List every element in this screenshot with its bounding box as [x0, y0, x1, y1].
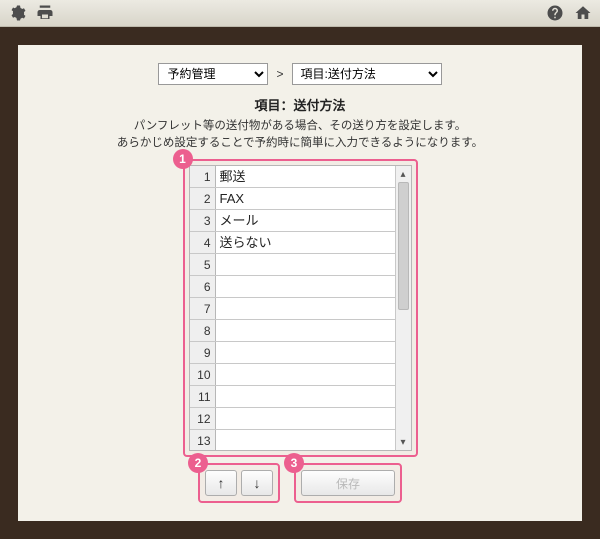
row-value[interactable]: [216, 342, 395, 363]
row-number: 7: [190, 298, 216, 319]
grid-body: 1郵送 2FAX 3メール 4送らない 5 6 7 8 9 10 11 12 1…: [190, 166, 395, 450]
annotation-badge-1: 1: [173, 149, 193, 169]
row-value[interactable]: FAX: [216, 188, 395, 209]
page-description: パンフレット等の送付物がある場合、その送り方を設定します。 あらかじめ設定するこ…: [42, 118, 558, 151]
row-value[interactable]: [216, 386, 395, 407]
app-toolbar: [0, 0, 600, 27]
row-number: 2: [190, 188, 216, 209]
annotation-save: 3 保存: [294, 463, 402, 503]
row-value[interactable]: [216, 298, 395, 319]
row-number: 13: [190, 430, 216, 450]
scroll-up-icon[interactable]: ▴: [396, 166, 411, 182]
options-grid: 1郵送 2FAX 3メール 4送らない 5 6 7 8 9 10 11 12 1…: [189, 165, 412, 451]
page-title: 項目：送付方法: [42, 95, 558, 114]
row-number: 11: [190, 386, 216, 407]
scrollbar[interactable]: ▴ ▾: [395, 166, 411, 450]
breadcrumb-select-right[interactable]: 項目:送付方法: [292, 63, 442, 85]
description-line-1: パンフレット等の送付物がある場合、その送り方を設定します。: [134, 120, 467, 132]
row-value[interactable]: 送らない: [216, 232, 395, 253]
grid-controls: 2 ↑ ↓ 3 保存: [42, 463, 558, 503]
gear-icon[interactable]: [8, 4, 26, 22]
table-row[interactable]: 4送らない: [190, 232, 395, 254]
row-value[interactable]: [216, 364, 395, 385]
table-row[interactable]: 10: [190, 364, 395, 386]
inner-frame: 予約管理 > 項目:送付方法 項目：送付方法 パンフレット等の送付物がある場合、…: [18, 45, 582, 521]
content-panel: 予約管理 > 項目:送付方法 項目：送付方法 パンフレット等の送付物がある場合、…: [18, 45, 582, 521]
row-number: 3: [190, 210, 216, 231]
row-number: 12: [190, 408, 216, 429]
table-row[interactable]: 2FAX: [190, 188, 395, 210]
breadcrumb: 予約管理 > 項目:送付方法: [42, 63, 558, 85]
row-number: 5: [190, 254, 216, 275]
table-row[interactable]: 12: [190, 408, 395, 430]
row-number: 6: [190, 276, 216, 297]
annotation-reorder: 2 ↑ ↓: [198, 463, 280, 503]
row-value[interactable]: [216, 254, 395, 275]
row-value[interactable]: メール: [216, 210, 395, 231]
row-value[interactable]: [216, 320, 395, 341]
row-value[interactable]: [216, 408, 395, 429]
breadcrumb-separator: >: [276, 67, 283, 81]
table-row[interactable]: 11: [190, 386, 395, 408]
table-row[interactable]: 3メール: [190, 210, 395, 232]
row-number: 9: [190, 342, 216, 363]
description-line-2: あらかじめ設定することで予約時に簡単に入力できるようになります。: [117, 137, 483, 149]
breadcrumb-select-left[interactable]: 予約管理: [158, 63, 268, 85]
table-row[interactable]: 13: [190, 430, 395, 450]
help-icon[interactable]: [546, 4, 564, 22]
print-icon[interactable]: [36, 4, 54, 22]
row-number: 1: [190, 166, 216, 187]
scroll-down-icon[interactable]: ▾: [396, 434, 411, 450]
table-row[interactable]: 5: [190, 254, 395, 276]
home-icon[interactable]: [574, 4, 592, 22]
row-number: 10: [190, 364, 216, 385]
table-row[interactable]: 1郵送: [190, 166, 395, 188]
row-value[interactable]: 郵送: [216, 166, 395, 187]
outer-frame: 予約管理 > 項目:送付方法 項目：送付方法 パンフレット等の送付物がある場合、…: [0, 27, 600, 539]
move-down-button[interactable]: ↓: [241, 470, 273, 496]
scroll-thumb[interactable]: [398, 182, 409, 310]
annotation-grid: 1 1郵送 2FAX 3メール 4送らない 5 6 7 8 9 10 11: [183, 159, 418, 457]
table-row[interactable]: 6: [190, 276, 395, 298]
row-value[interactable]: [216, 430, 395, 450]
save-button[interactable]: 保存: [301, 470, 395, 496]
row-number: 4: [190, 232, 216, 253]
row-value[interactable]: [216, 276, 395, 297]
table-row[interactable]: 9: [190, 342, 395, 364]
move-up-button[interactable]: ↑: [205, 470, 237, 496]
table-row[interactable]: 8: [190, 320, 395, 342]
row-number: 8: [190, 320, 216, 341]
table-row[interactable]: 7: [190, 298, 395, 320]
